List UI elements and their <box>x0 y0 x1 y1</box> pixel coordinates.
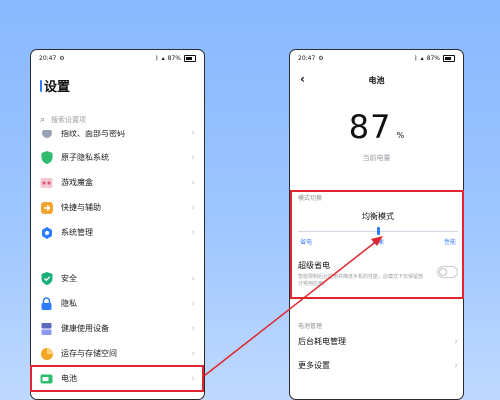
signal-icon: ▴ <box>161 54 165 62</box>
page-title: 电池 <box>368 75 385 85</box>
battery-percent-value: 87 <box>348 108 392 146</box>
super-saver-description: 智能限制后台应用并降低手机的性能，此模式下仅保留部分常用应用。 <box>298 274 424 287</box>
chevron-right-icon: › <box>191 298 195 309</box>
bluetooth-icon: ᛒ <box>155 54 159 62</box>
slider-label-performance[interactable]: 性能 <box>444 237 456 246</box>
settings-item-privacy[interactable]: 隐私 › <box>31 291 204 316</box>
status-time: 20:47 <box>39 54 57 62</box>
settings-item-label: 指纹、面部与密码 <box>61 130 125 138</box>
chevron-right-icon: › <box>191 130 195 138</box>
lock-icon <box>40 297 53 310</box>
list-item-label: 后台耗电管理 <box>298 337 346 346</box>
battery-status-icon <box>184 54 196 62</box>
settings-item-label: 游戏魔盒 <box>61 178 93 187</box>
chevron-right-icon: › <box>191 177 195 188</box>
settings-item-healthy-use[interactable]: 健康使用设备 › <box>31 316 204 341</box>
title-accent-bar <box>40 79 42 92</box>
battery-status-icon <box>443 54 455 62</box>
settings-item-label: 安全 <box>61 274 77 283</box>
game-box-icon <box>40 176 53 189</box>
status-battery-text: 87% <box>167 54 181 62</box>
mode-current-value: 均衡模式 <box>362 212 394 221</box>
chevron-right-icon: › <box>191 227 195 238</box>
page-title-text: 设置 <box>44 80 71 95</box>
mode-switch-section: 模式切换 均衡模式 省电 均衡 性能 超级省电 智能限制后台应用并降低手机的性能… <box>298 193 458 288</box>
mode-section-label: 模式切换 <box>298 195 323 202</box>
slider-label-balanced[interactable]: 均衡 <box>372 237 384 246</box>
status-bar: 20:47 ⚙ ᛒ ▴ 87% <box>290 50 463 66</box>
settings-item-game-box[interactable]: 游戏魔盒 › <box>31 170 204 195</box>
mode-slider-labels: 省电 均衡 性能 <box>298 237 458 246</box>
status-time: 20:47 <box>298 54 316 62</box>
more-settings-item[interactable]: 更多设置 › <box>298 360 458 371</box>
settings-item-label: 健康使用设备 <box>61 324 109 333</box>
gear-status-icon: ⚙ <box>318 54 324 62</box>
settings-item-label: 系统管理 <box>61 228 93 237</box>
search-icon: ⌕ <box>40 114 46 125</box>
chevron-right-icon: › <box>191 152 195 163</box>
slider-thumb[interactable] <box>377 227 380 235</box>
arrow-icon <box>40 201 53 214</box>
search-input[interactable]: ⌕ 搜索设置项 <box>40 113 196 127</box>
shield-check-icon <box>40 272 53 285</box>
gear-status-icon: ⚙ <box>59 54 65 62</box>
fingerprint-icon <box>40 130 53 140</box>
settings-item-battery[interactable]: 电池 › <box>31 366 204 391</box>
settings-item-label: 隐私 <box>61 299 77 308</box>
settings-phone-screen: 20:47 ⚙ ᛒ ▴ 87% 设置 ⌕ 搜索设置项 指纹、面部与密码 › 原子… <box>30 49 205 400</box>
battery-header: ‹ 电池 <box>290 68 463 92</box>
signal-icon: ▴ <box>420 54 424 62</box>
chevron-right-icon: › <box>191 323 195 334</box>
gear-icon <box>40 226 53 239</box>
settings-item-storage[interactable]: 运存与存储空间 › <box>31 341 204 366</box>
status-bar: 20:47 ⚙ ᛒ ▴ 87% <box>31 50 204 66</box>
chevron-right-icon: › <box>454 336 458 347</box>
page-title: 设置 <box>40 76 70 95</box>
super-saver-title: 超级省电 <box>298 261 330 270</box>
battery-percent: 87 % <box>290 108 463 146</box>
list-item-label: 更多设置 <box>298 361 330 370</box>
bluetooth-icon: ᛒ <box>414 54 418 62</box>
shield-icon <box>40 151 53 164</box>
settings-list-2: 安全 › 隐私 › 健康使用设备 › 运存与存储空间 › 电池 › <box>31 266 204 391</box>
settings-item-privacy-system[interactable]: 原子隐私系统 › <box>31 145 204 170</box>
settings-item-label: 快捷与辅助 <box>61 203 101 212</box>
settings-item-label: 电池 <box>61 374 77 383</box>
settings-item-label: 原子隐私系统 <box>61 153 109 162</box>
battery-phone-screen: 20:47 ⚙ ᛒ ▴ 87% ‹ 电池 87 % 当前电量 模式切换 均衡模式… <box>289 49 464 400</box>
super-saver-row: 超级省电 智能限制后台应用并降低手机的性能，此模式下仅保留部分常用应用。 <box>298 260 458 288</box>
status-battery-text: 87% <box>426 54 440 62</box>
battery-icon <box>40 372 53 385</box>
settings-list: 原子隐私系统 › 游戏魔盒 › 快捷与辅助 › 系统管理 › <box>31 145 204 245</box>
settings-item-label: 运存与存储空间 <box>61 349 117 358</box>
chevron-right-icon: › <box>191 373 195 384</box>
background-power-management-item[interactable]: 后台耗电管理 › <box>298 336 458 347</box>
chevron-right-icon: › <box>454 360 458 371</box>
slider-label-power-saving[interactable]: 省电 <box>300 237 312 246</box>
chevron-right-icon: › <box>191 348 195 359</box>
battery-percent-caption: 当前电量 <box>362 154 391 162</box>
hourglass-icon <box>40 322 53 335</box>
super-saver-toggle[interactable] <box>437 266 458 278</box>
chevron-right-icon: › <box>191 202 195 213</box>
mode-slider[interactable] <box>298 227 458 235</box>
settings-item-security[interactable]: 安全 › <box>31 266 204 291</box>
back-arrow-icon[interactable]: ‹ <box>300 72 305 86</box>
settings-item-system-management[interactable]: 系统管理 › <box>31 220 204 245</box>
settings-item-shortcuts[interactable]: 快捷与辅助 › <box>31 195 204 220</box>
pie-icon <box>40 347 53 360</box>
battery-percent-unit: % <box>396 131 405 140</box>
chevron-right-icon: › <box>191 273 195 284</box>
search-placeholder: 搜索设置项 <box>51 116 87 124</box>
battery-management-label: 电池管理 <box>298 323 323 330</box>
